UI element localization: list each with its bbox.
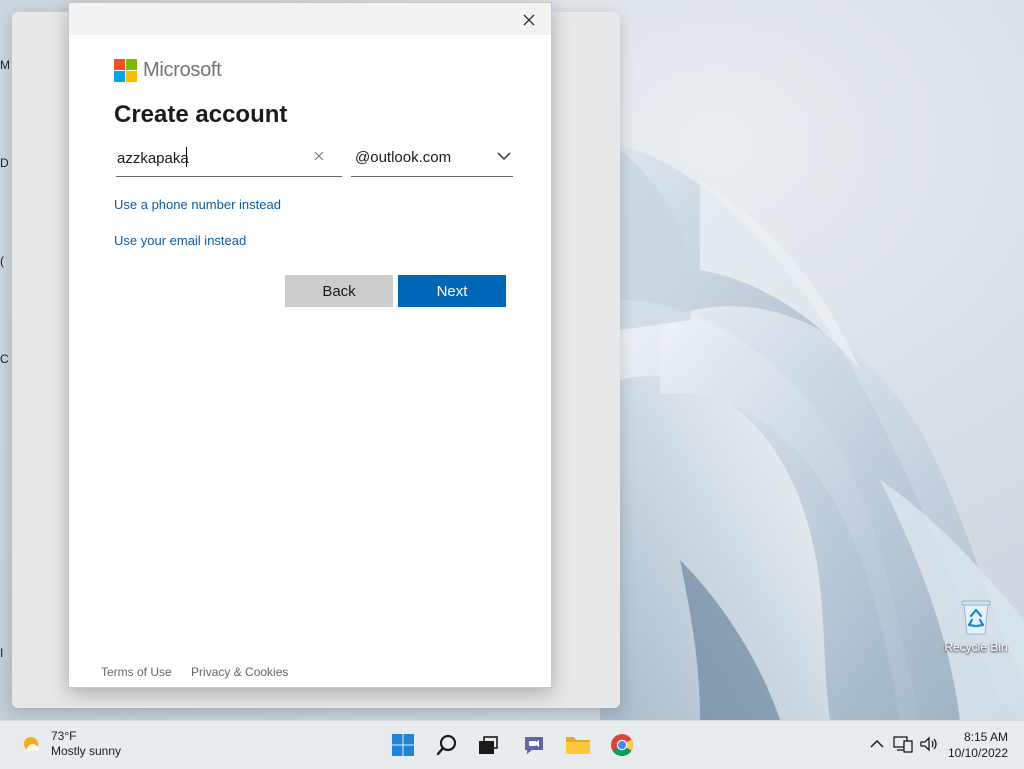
domain-selected-value: @outlook.com	[355, 149, 452, 166]
use-email-link[interactable]: Use your email instead	[114, 233, 246, 248]
dialog-footer: Terms of Use Privacy & Cookies	[101, 665, 304, 679]
close-icon	[523, 14, 535, 26]
terms-of-use-link[interactable]: Terms of Use	[101, 665, 172, 679]
close-button[interactable]	[515, 7, 543, 33]
clear-icon	[314, 151, 324, 161]
clear-input-button[interactable]	[312, 149, 326, 163]
weather-widget[interactable]: 73°F Mostly sunny	[20, 729, 121, 759]
file-explorer-icon[interactable]	[564, 731, 592, 759]
microsoft-logo-icon	[114, 59, 137, 82]
network-icon[interactable]	[892, 733, 914, 755]
create-account-dialog: Microsoft Create account @outlook.com Us…	[68, 2, 552, 688]
chrome-icon[interactable]	[608, 731, 636, 759]
dialog-titlebar	[69, 3, 551, 35]
taskbar: 73°F Mostly sunny 8:15 AM 10/10/2022	[0, 720, 1024, 769]
system-tray	[866, 733, 944, 755]
recycle-bin-shortcut[interactable]: Recycle Bin	[940, 598, 1012, 654]
back-button[interactable]: Back	[285, 275, 393, 307]
next-button[interactable]: Next	[398, 275, 506, 307]
windows-start-icon[interactable]	[389, 731, 417, 759]
microsoft-logo: Microsoft	[114, 59, 222, 82]
weather-temperature: 73°F	[51, 729, 77, 743]
partly-sunny-icon	[20, 733, 42, 755]
clock-date: 10/10/2022	[947, 746, 1008, 760]
clock-time: 8:15 AM	[963, 730, 1008, 744]
page-title: Create account	[114, 101, 288, 128]
username-field[interactable]	[116, 143, 342, 177]
domain-select[interactable]: @outlook.com	[351, 143, 513, 177]
privacy-cookies-link[interactable]: Privacy & Cookies	[191, 665, 288, 679]
use-phone-number-link[interactable]: Use a phone number instead	[114, 197, 281, 212]
recycle-bin-icon	[959, 598, 993, 636]
weather-condition: Mostly sunny	[51, 744, 122, 758]
microsoft-wordmark: Microsoft	[143, 59, 222, 81]
chevron-down-icon	[497, 152, 511, 161]
teams-chat-icon[interactable]	[520, 731, 548, 759]
volume-icon[interactable]	[918, 733, 940, 755]
text-caret	[186, 147, 187, 167]
search-icon[interactable]	[433, 731, 461, 759]
taskbar-clock[interactable]: 8:15 AM 10/10/2022	[948, 729, 1008, 761]
show-hidden-icons-chevron-up-icon[interactable]	[866, 733, 888, 755]
username-input[interactable]	[116, 147, 307, 169]
recycle-bin-label: Recycle Bin	[944, 640, 1008, 654]
task-view-icon[interactable]	[474, 731, 502, 759]
